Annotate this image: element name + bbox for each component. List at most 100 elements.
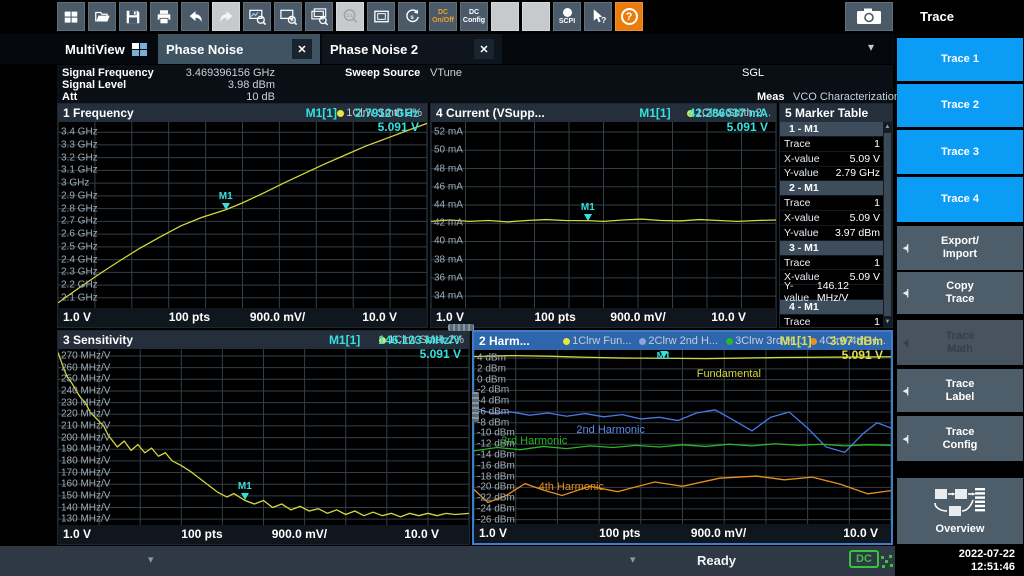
overview-button[interactable]: Overview	[897, 478, 1023, 544]
camera-icon	[856, 7, 882, 26]
single-sweep-indicator: SGL	[742, 67, 764, 79]
trace4-dot-icon	[810, 338, 817, 345]
marker-table-row: Trace1	[780, 137, 883, 152]
scroll-down-icon[interactable]: ▼	[883, 319, 892, 325]
window-current[interactable]: 4 Current (VSupp... 1Clrw Smth 2... 52 m…	[430, 103, 777, 328]
softkey-trace-2[interactable]: Trace 2	[897, 84, 1023, 127]
submenu-arrow-icon: ◂|	[903, 287, 908, 300]
dc-config-label-line1: DC	[469, 9, 479, 17]
window-marker-table[interactable]: 5 Marker Table 1 - M1Trace1X-value5.09 V…	[779, 103, 893, 328]
sweep-source-label: Sweep Source	[345, 67, 420, 79]
restart-sweep-button[interactable]: s	[398, 2, 426, 31]
current-plot[interactable]: 52 mA50 mA48 mA46 mA44 mA42 mA40 mA38 mA…	[431, 122, 776, 308]
marker-table-row: Trace1	[780, 256, 883, 271]
close-tab-icon[interactable]: ✕	[292, 39, 312, 59]
dc-onoff-label-line1: DC	[438, 9, 448, 17]
sensitivity-plot[interactable]: 270 MHz/V260 MHz/V250 MHz/V240 MHz/V230 …	[58, 349, 469, 525]
print-button[interactable]	[150, 2, 178, 31]
window-marker-table-titlebar[interactable]: 5 Marker Table	[780, 104, 892, 122]
tab-phase-noise-2[interactable]: Phase Noise 2 ✕	[322, 34, 502, 64]
disabled-toolbar-button-1	[491, 2, 519, 31]
scpi-recorder-button[interactable]: SCPI	[553, 2, 581, 31]
multi-zoom-icon	[310, 7, 329, 26]
save-button[interactable]	[119, 2, 147, 31]
window-frequency-title: 1 Frequency	[63, 106, 134, 120]
fit-screen-button[interactable]	[367, 2, 395, 31]
scpi-label: SCPI	[559, 18, 575, 26]
help-button[interactable]: ?	[615, 2, 643, 31]
marker-table-body: 1 - M1Trace1X-value5.09 VY-value2.79 GHz…	[780, 122, 883, 327]
marker-table-scrollbar[interactable]: ▲ ▼	[883, 122, 892, 327]
time-value: 12:51:46	[895, 561, 1015, 574]
window-current-titlebar[interactable]: 4 Current (VSupp... 1Clrw Smth 2...	[431, 104, 776, 122]
multi-zoom-button[interactable]	[305, 2, 333, 31]
window-sensitivity-titlebar[interactable]: 3 Sensitivity 1Clrw Smth 2%	[58, 331, 469, 349]
att-value: 10 dB	[167, 91, 275, 103]
windows-start-button[interactable]	[57, 2, 85, 31]
window-sensitivity-title: 3 Sensitivity	[63, 333, 133, 347]
svg-text:?: ?	[601, 15, 606, 25]
printer-icon	[155, 8, 173, 26]
window-harmonics-title: 2 Harm...	[479, 334, 530, 348]
window-current-title: 4 Current (VSupp...	[436, 106, 545, 120]
dc-onoff-button[interactable]: DC On/Off	[429, 2, 457, 31]
tab-multiview[interactable]: MultiView	[57, 34, 157, 64]
trace2-dot-icon	[639, 338, 646, 345]
softkey-trace-4[interactable]: Trace 4	[897, 177, 1023, 222]
marker-table-row: X-value5.09 V	[780, 152, 883, 167]
trace-legend: 1Clrw Smth 2%	[379, 334, 464, 346]
window-splitter-handle[interactable]	[472, 392, 479, 422]
zoom-trace-button[interactable]	[243, 2, 271, 31]
zoom-window-icon	[279, 7, 298, 26]
undo-arrow-icon	[186, 8, 205, 26]
marker-table-row: Trace1	[780, 315, 883, 327]
tab-phase-noise-2-label: Phase Noise 2	[330, 42, 418, 57]
window-sensitivity[interactable]: 3 Sensitivity 1Clrw Smth 2% 270 MHz/V260…	[57, 330, 470, 545]
trace1-legend-label: 1Clrw Smth 2...	[696, 107, 771, 119]
close-tab-icon[interactable]: ✕	[474, 39, 494, 59]
softkey-trace-math: ◂| TraceMath	[897, 320, 1023, 365]
date-value: 2022-07-22	[895, 548, 1015, 561]
window-harmonics-titlebar[interactable]: 2 Harm... 1Clrw Fun... 2Clrw 2nd H... 3C…	[474, 332, 891, 350]
status-dropdown-icon[interactable]: ▾	[630, 553, 636, 566]
softkey-trace-label[interactable]: ◂| TraceLabel	[897, 369, 1023, 412]
scrollbar-thumb[interactable]	[884, 133, 891, 316]
question-mark-icon: ?	[621, 8, 638, 25]
trace1-dot-icon	[687, 110, 694, 117]
record-dot-icon	[563, 8, 572, 17]
tab-bar: MultiView Phase Noise ✕ Phase Noise 2 ✕ …	[0, 34, 895, 64]
tab-list-dropdown-icon[interactable]: ▾	[868, 40, 874, 54]
submenu-arrow-icon: ◂|	[903, 336, 908, 349]
svg-text:s: s	[410, 14, 414, 21]
softkey-export-import[interactable]: ◂| Export/Import	[897, 226, 1023, 270]
screenshot-button[interactable]	[845, 2, 893, 31]
softkey-copy-trace[interactable]: ◂| CopyTrace	[897, 272, 1023, 314]
frequency-plot[interactable]: 3.4 GHz3.3 GHz3.2 GHz3.1 GHz3 GHz2.9 GHz…	[58, 122, 427, 308]
sweep-source-value: VTune	[430, 67, 462, 79]
scroll-up-icon[interactable]: ▲	[883, 124, 892, 130]
window-splitter-handle[interactable]	[448, 324, 474, 331]
signal-frequency-label: Signal Frequency	[62, 67, 154, 79]
window-frequency-titlebar[interactable]: 1 Frequency 1Clrw Smth 2%	[58, 104, 427, 122]
softkey-trace-3[interactable]: Trace 3	[897, 130, 1023, 174]
status-dropdown-icon[interactable]: ▾	[148, 553, 154, 566]
open-file-button[interactable]	[88, 2, 116, 31]
zoom-1-1-button: 1:1	[336, 2, 364, 31]
tab-phase-noise-label: Phase Noise	[166, 42, 243, 57]
dc-config-button[interactable]: DC Config	[460, 2, 488, 31]
analyzer-screen: 1:1 s DC On/Off DC Config SCPI ? ? Tr	[0, 0, 1024, 576]
window-harmonics[interactable]: 2 Harm... 1Clrw Fun... 2Clrw 2nd H... 3C…	[472, 330, 893, 545]
softkey-trace-1[interactable]: Trace 1	[897, 38, 1023, 81]
one-to-one-zoom-icon: 1:1	[341, 7, 360, 26]
softkey-trace-config[interactable]: ◂| TraceConfig	[897, 416, 1023, 461]
zoom-window-button[interactable]	[274, 2, 302, 31]
undo-button[interactable]	[181, 2, 209, 31]
restart-sweep-icon: s	[403, 7, 422, 26]
context-help-button[interactable]: ?	[584, 2, 612, 31]
signal-level-label: Signal Level	[62, 79, 126, 91]
tab-phase-noise[interactable]: Phase Noise ✕	[158, 34, 320, 64]
marker-table-row: Y-value2.79 GHz	[780, 167, 883, 182]
trace3-dot-icon	[726, 338, 733, 345]
window-frequency[interactable]: 1 Frequency 1Clrw Smth 2% 3.4 GHz3.3 GHz…	[57, 103, 428, 328]
harmonics-plot[interactable]: 4 dBm2 dBm0 dBm-2 dBm-4 dBm-6 dBm-8 dBm-…	[474, 350, 891, 524]
